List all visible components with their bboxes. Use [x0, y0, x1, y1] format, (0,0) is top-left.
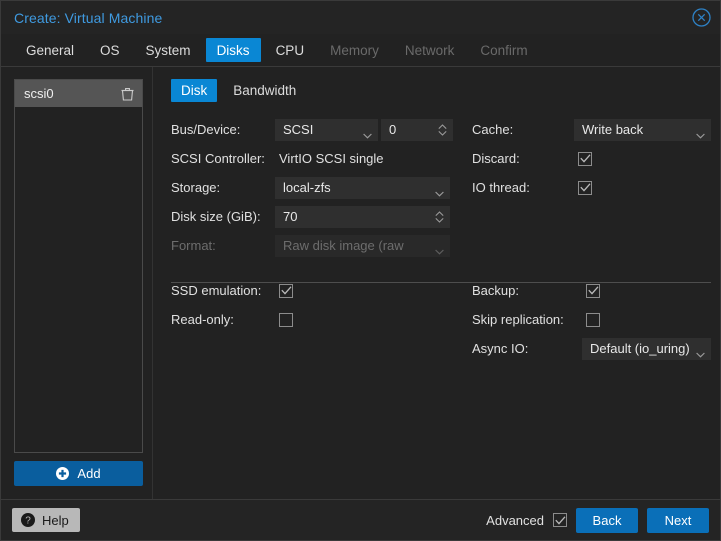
async-io-label: Async IO:: [472, 341, 529, 356]
section-divider: [171, 282, 711, 283]
trash-icon[interactable]: [121, 87, 134, 101]
chevron-down-icon: [435, 243, 444, 255]
advanced-settings-grid: SSD emulation: Backup: Read-only: Skip r…: [171, 276, 711, 363]
bus-device-controls: SCSI 0: [275, 118, 453, 141]
storage-select-value: local-zfs: [283, 180, 331, 195]
backup-label: Backup:: [472, 283, 519, 298]
backup-checkbox-wrap: [582, 276, 711, 305]
tab-cpu[interactable]: CPU: [265, 38, 316, 62]
next-button[interactable]: Next: [647, 507, 709, 533]
advanced-checkbox[interactable]: [553, 513, 567, 527]
page-title: Create: Virtual Machine: [14, 9, 163, 26]
spinner-icon[interactable]: [435, 210, 444, 223]
disk-settings-grid: Bus/Device: SCSI 0 Cache: Write back SCS…: [171, 115, 711, 260]
ssd-emulation-label: SSD emulation:: [171, 283, 262, 298]
bus-select[interactable]: SCSI: [275, 118, 378, 141]
scsi-controller-value: VirtIO SCSI single: [279, 151, 384, 166]
dialog-body: scsi0 Add Disk Bandwidth Bus/Device: SCS…: [1, 67, 720, 499]
list-item[interactable]: scsi0: [15, 80, 142, 107]
subtab-bandwidth[interactable]: Bandwidth: [223, 79, 306, 102]
question-circle-icon: ?: [21, 513, 35, 527]
format-select-value: Raw disk image (raw: [283, 238, 404, 253]
discard-checkbox[interactable]: [578, 151, 592, 166]
device-number-value: 0: [389, 122, 397, 137]
create-vm-dialog: Create: Virtual Machine General OS Syste…: [0, 0, 721, 541]
ssd-emulation-checkbox[interactable]: [279, 283, 293, 298]
disk-subtabs: Disk Bandwidth: [171, 79, 711, 102]
tab-os[interactable]: OS: [89, 38, 131, 62]
subtab-disk[interactable]: Disk: [171, 79, 218, 102]
cache-label: Cache:: [472, 122, 514, 137]
disk-list-panel: scsi0 Add: [1, 67, 153, 499]
chevron-down-icon: [363, 127, 372, 139]
cache-select-value: Write back: [582, 122, 644, 137]
disk-size-label: Disk size (GiB):: [171, 209, 261, 224]
bus-select-value: SCSI: [283, 122, 314, 137]
disk-form-panel: Disk Bandwidth Bus/Device: SCSI 0 Cache:…: [153, 67, 721, 499]
tab-network: Network: [404, 42, 455, 58]
io-thread-checkbox-wrap: [574, 173, 711, 202]
svg-text:?: ?: [25, 516, 31, 527]
storage-label: Storage:: [171, 180, 221, 195]
async-io-select-value: Default (io_uring): [590, 341, 690, 356]
skip-replication-label: Skip replication:: [472, 312, 564, 327]
footer-actions: Advanced Back Next: [486, 507, 709, 533]
help-label: Help: [42, 512, 69, 528]
skip-replication-checkbox[interactable]: [586, 312, 600, 327]
device-number-stepper[interactable]: 0: [381, 118, 453, 141]
add-disk-button[interactable]: Add: [14, 461, 143, 486]
discard-label: Discard:: [472, 151, 520, 166]
io-thread-label: IO thread:: [472, 180, 530, 195]
skip-replication-checkbox-wrap: [582, 305, 711, 334]
tab-system[interactable]: System: [135, 38, 202, 62]
chevron-down-icon: [695, 346, 705, 358]
add-disk-label: Add: [77, 466, 101, 481]
plus-circle-icon: [56, 467, 70, 480]
async-io-select[interactable]: Default (io_uring): [582, 337, 711, 360]
tab-memory: Memory: [330, 42, 379, 58]
read-only-checkbox-wrap: [275, 305, 450, 334]
discard-checkbox-wrap: [574, 144, 711, 173]
tab-confirm: Confirm: [480, 42, 528, 58]
help-button[interactable]: ? Help: [12, 508, 80, 532]
dialog-titlebar: Create: Virtual Machine: [1, 1, 720, 34]
read-only-checkbox[interactable]: [279, 312, 293, 327]
disk-size-value: 70: [283, 209, 298, 224]
chevron-down-icon: [435, 185, 444, 197]
disk-list: scsi0: [14, 79, 143, 453]
cache-select[interactable]: Write back: [574, 118, 711, 141]
format-select: Raw disk image (raw: [275, 234, 450, 257]
spinner-icon[interactable]: [438, 123, 447, 136]
wizard-tabs: General OS System Disks CPU Memory Netwo…: [1, 34, 720, 67]
format-label: Format:: [171, 238, 216, 253]
scsi-controller-label: SCSI Controller:: [171, 151, 265, 166]
disk-item-label: scsi0: [24, 86, 54, 101]
backup-checkbox[interactable]: [586, 283, 600, 298]
disk-size-input[interactable]: 70: [275, 205, 450, 228]
io-thread-checkbox[interactable]: [578, 180, 592, 195]
storage-select[interactable]: local-zfs: [275, 176, 450, 199]
dialog-footer: ? Help Advanced Back Next: [1, 499, 720, 540]
read-only-label: Read-only:: [171, 312, 234, 327]
bus-device-label: Bus/Device:: [171, 122, 241, 137]
back-button[interactable]: Back: [576, 507, 638, 533]
tab-disks[interactable]: Disks: [205, 38, 261, 62]
close-icon[interactable]: [692, 8, 711, 27]
ssd-emulation-checkbox-wrap: [275, 276, 450, 305]
chevron-down-icon: [695, 127, 705, 139]
advanced-label: Advanced: [486, 512, 544, 528]
tab-general[interactable]: General: [15, 38, 85, 62]
